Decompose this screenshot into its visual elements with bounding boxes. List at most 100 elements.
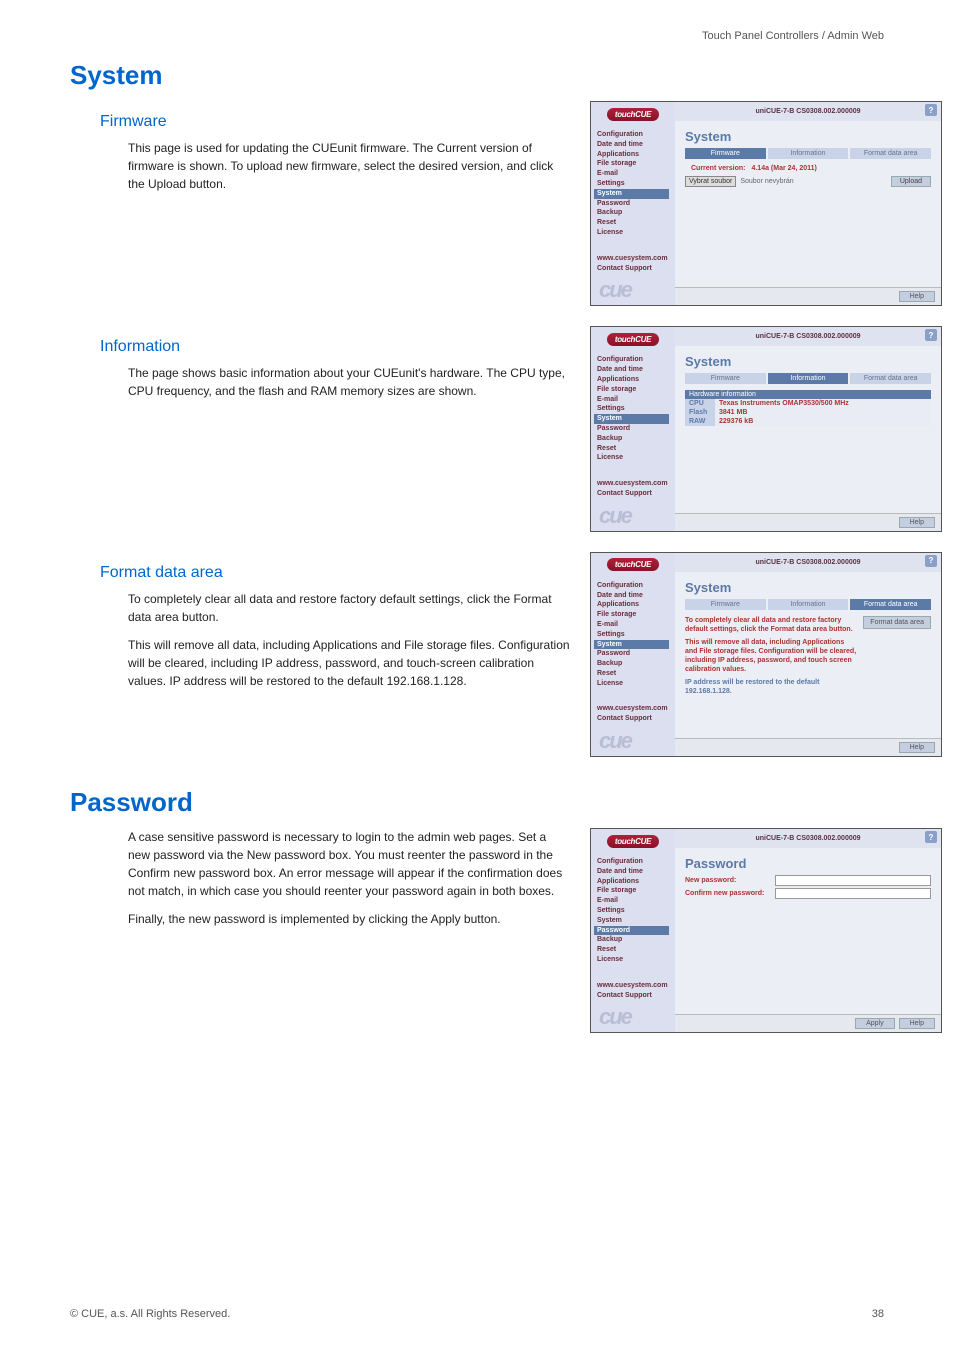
sidebar-item[interactable]: System [597,916,669,926]
tab-format[interactable]: Format data area [850,148,931,159]
screenshot-information: touchCUE ConfigurationDate and timeAppli… [590,326,942,531]
sidebar-item[interactable]: Password [597,199,669,209]
sidebar-item[interactable]: Settings [597,404,669,414]
sidebar-item[interactable]: License [597,453,669,463]
help-button[interactable]: Help [899,517,935,528]
sidebar-item[interactable]: File storage [597,159,669,169]
sidebar-item[interactable]: File storage [597,385,669,395]
cue-watermark: cue [591,503,675,531]
sidebar-item[interactable]: Reset [597,945,669,955]
sidebar-item[interactable]: License [597,679,669,689]
confirm-password-input[interactable] [775,888,931,899]
format-msg2: This will remove all data, including App… [685,638,857,674]
hw-table-title: Hardware information [685,390,931,399]
sidebar-item[interactable]: Settings [597,630,669,640]
sidebar-item[interactable]: E-mail [597,395,669,405]
touchcue-logo: touchCUE [607,835,659,848]
sidebar-item[interactable]: Configuration [597,857,669,867]
sidebar-item[interactable]: E-mail [597,620,669,630]
sidebar-item[interactable]: Date and time [597,365,669,375]
sidebar-item[interactable]: Backup [597,935,669,945]
sidebar-item[interactable]: Settings [597,906,669,916]
sidebar-link[interactable]: Contact Support [597,714,669,724]
tab-format[interactable]: Format data area [850,373,931,384]
tab-information[interactable]: Information [768,373,849,384]
firmware-para: This page is used for updating the CUEun… [128,139,570,193]
panel-heading: System [685,580,931,595]
tab-information[interactable]: Information [768,599,849,610]
tab-information[interactable]: Information [768,148,849,159]
sidebar-item[interactable]: Password [597,649,669,659]
new-password-input[interactable] [775,875,931,886]
sidebar-item[interactable]: Settings [597,179,669,189]
sidebar-item[interactable]: File storage [597,610,669,620]
choose-file-button[interactable]: Vybrat soubor [685,176,736,187]
sidebar-item[interactable]: System [594,414,669,424]
sidebar-item[interactable]: System [594,189,669,199]
information-para: The page shows basic information about y… [128,364,570,400]
sidebar-item[interactable]: Backup [597,434,669,444]
sidebar-link[interactable]: Contact Support [597,991,669,1001]
format-msg3: IP address will be restored to the defau… [685,678,857,696]
help-icon[interactable]: ? [925,831,937,843]
sidebar-link[interactable]: www.cuesystem.com [597,704,669,714]
device-title: uniCUE-7-B CS0308.002.000009? [675,553,941,572]
format-data-button[interactable]: Format data area [863,616,931,629]
tab-format[interactable]: Format data area [850,599,931,610]
help-button[interactable]: Help [899,1018,935,1029]
sidebar-item[interactable]: File storage [597,886,669,896]
touchcue-logo: touchCUE [607,558,659,571]
help-button[interactable]: Help [899,742,935,753]
sidebar-link[interactable]: www.cuesystem.com [597,254,669,264]
hw-value: 3841 MB [715,408,931,417]
sidebar-item[interactable]: Date and time [597,140,669,150]
sidebar-item[interactable]: Reset [597,669,669,679]
sidebar-link[interactable]: Contact Support [597,489,669,499]
sidebar-item[interactable]: Password [597,424,669,434]
sidebar-item[interactable]: Configuration [597,130,669,140]
cue-watermark: cue [591,277,675,305]
page-number: 38 [872,1308,884,1320]
apply-button[interactable]: Apply [855,1018,895,1029]
sidebar-item[interactable]: License [597,955,669,965]
cue-watermark: cue [591,728,675,756]
sidebar-item[interactable]: Backup [597,208,669,218]
tab-firmware[interactable]: Firmware [685,148,766,159]
tab-firmware[interactable]: Firmware [685,373,766,384]
sidebar-link[interactable]: www.cuesystem.com [597,479,669,489]
sidebar-item[interactable]: Reset [597,218,669,228]
sidebar-item[interactable]: Applications [597,877,669,887]
tab-firmware[interactable]: Firmware [685,599,766,610]
sidebar-item[interactable]: Applications [597,375,669,385]
hw-key: RAW [685,417,715,426]
device-title: uniCUE-7-B CS0308.002.000009? [675,829,941,848]
format-heading: Format data area [100,564,570,582]
device-title: uniCUE-7-B CS0308.002.000009? [675,102,941,121]
sidebar-item[interactable]: Date and time [597,867,669,877]
panel-heading: Password [685,856,931,871]
sidebar-item[interactable]: Applications [597,150,669,160]
sidebar-item[interactable]: System [594,640,669,650]
upload-button[interactable]: Upload [891,176,931,187]
sidebar-nav: ConfigurationDate and timeApplicationsFi… [591,126,675,242]
sidebar-item[interactable]: Configuration [597,581,669,591]
sidebar-link[interactable]: www.cuesystem.com [597,981,669,991]
help-icon[interactable]: ? [925,329,937,341]
screenshot-format: touchCUE ConfigurationDate and timeAppli… [590,552,942,757]
help-icon[interactable]: ? [925,555,937,567]
sidebar-item[interactable]: E-mail [597,169,669,179]
sidebar-link[interactable]: Contact Support [597,264,669,274]
firmware-heading: Firmware [100,113,570,131]
sidebar-item[interactable]: License [597,228,669,238]
sidebar-item[interactable]: Password [594,926,669,936]
sidebar-item[interactable]: Applications [597,600,669,610]
sidebar-item[interactable]: Backup [597,659,669,669]
sidebar-item[interactable]: Configuration [597,355,669,365]
help-icon[interactable]: ? [925,104,937,116]
sidebar-item[interactable]: Date and time [597,591,669,601]
touchcue-logo: touchCUE [607,108,659,121]
sidebar-item[interactable]: E-mail [597,896,669,906]
sidebar-item[interactable]: Reset [597,444,669,454]
password-heading: Password [70,787,884,818]
help-button[interactable]: Help [899,291,935,302]
